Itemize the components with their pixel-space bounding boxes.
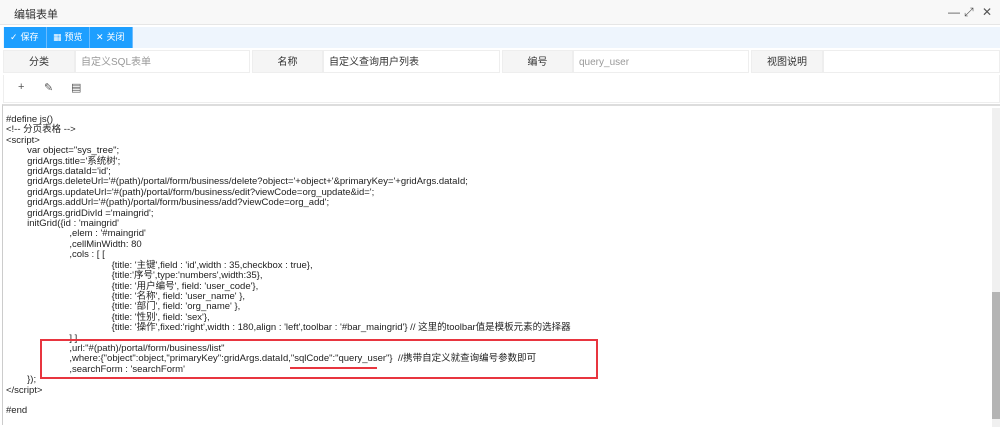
- save-button[interactable]: ✓ 保存: [4, 27, 47, 48]
- category-label: 分类: [3, 50, 75, 73]
- category-input[interactable]: 自定义SQL表单: [75, 50, 250, 73]
- edit-icon[interactable]: ✎: [44, 81, 53, 94]
- view-desc-input[interactable]: [823, 50, 1000, 73]
- scrollbar[interactable]: [992, 108, 1000, 427]
- minimize-icon[interactable]: —: [948, 5, 960, 19]
- preview-icon: ▦: [53, 32, 62, 42]
- window-title: 编辑表单: [14, 9, 58, 21]
- editor-toolbar: + ✎ ▤: [3, 75, 1000, 103]
- toolbar: ✓ 保存 ▦ 预览 ✕ 关闭: [3, 27, 1000, 48]
- highlight-box: [40, 339, 598, 379]
- view-desc-label: 视图说明: [751, 50, 823, 73]
- code-input[interactable]: query_user: [573, 50, 749, 73]
- list-icon[interactable]: ▤: [71, 81, 81, 94]
- code-label: 编号: [502, 50, 573, 73]
- close-button[interactable]: ✕ 关闭: [90, 27, 133, 48]
- window-titlebar: 编辑表单 — ⤢ ✕: [0, 0, 1000, 25]
- highlight-underline: [290, 367, 377, 369]
- preview-button[interactable]: ▦ 预览: [47, 27, 90, 48]
- name-label: 名称: [252, 50, 323, 73]
- maximize-icon[interactable]: ⤢: [964, 5, 974, 19]
- x-icon: ✕: [96, 32, 104, 42]
- close-icon[interactable]: ✕: [982, 5, 992, 19]
- check-icon: ✓: [10, 32, 18, 42]
- name-input[interactable]: 自定义查询用户列表: [323, 50, 500, 73]
- add-icon[interactable]: +: [18, 81, 24, 93]
- scrollbar-thumb[interactable]: [992, 292, 1000, 419]
